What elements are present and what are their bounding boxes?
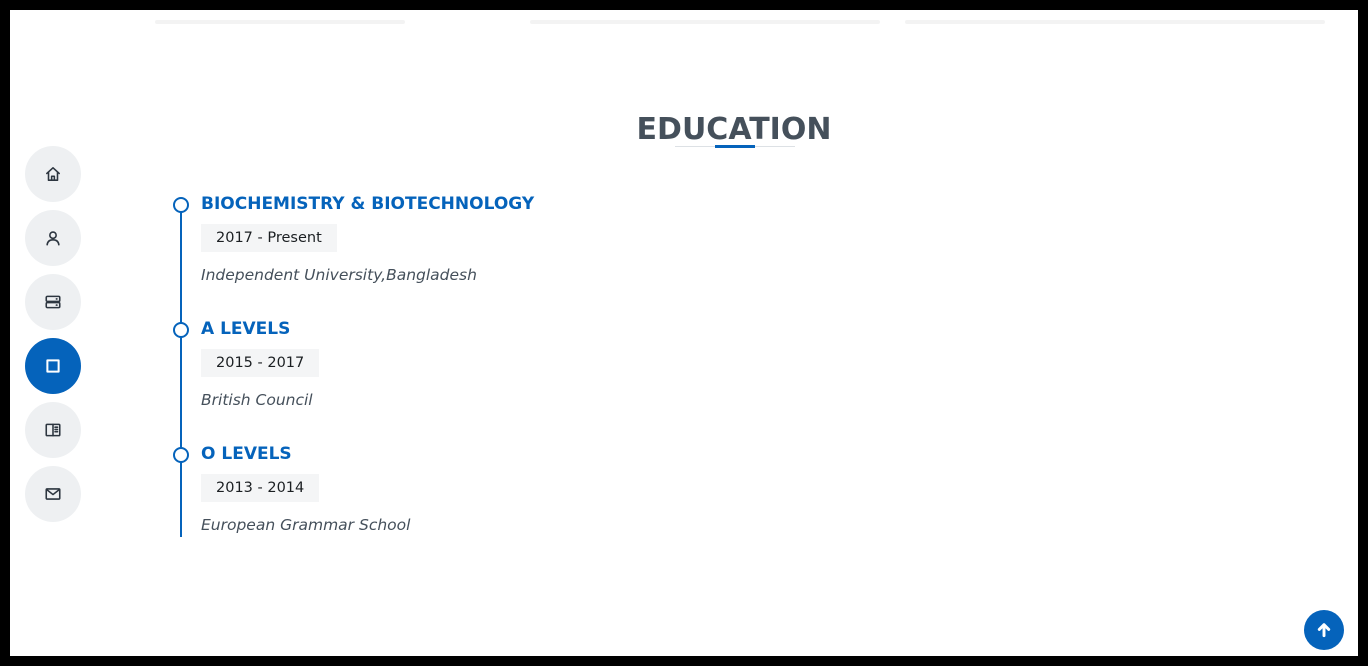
education-title: BIOCHEMISTRY & BIOTECHNOLOGY <box>201 194 535 214</box>
nav-home-button[interactable] <box>25 146 81 202</box>
side-nav <box>25 146 81 530</box>
education-institution: British Council <box>201 391 313 409</box>
home-icon <box>46 167 60 181</box>
arrow-up-icon <box>1317 623 1331 638</box>
square-icon <box>46 359 60 373</box>
section-title: EDUCATION <box>636 111 832 147</box>
education-institution: Independent University,Bangladesh <box>201 266 477 284</box>
nav-contact-button[interactable] <box>25 466 81 522</box>
book-icon <box>45 423 61 437</box>
education-title: A LEVELS <box>201 319 291 339</box>
envelope-icon <box>45 488 61 500</box>
education-title: O LEVELS <box>201 444 292 464</box>
back-to-top-button[interactable] <box>1304 610 1344 650</box>
education-institution: European Grammar School <box>201 516 411 534</box>
education-period: 2013 - 2014 <box>201 474 320 502</box>
nav-resume-button[interactable] <box>25 274 81 330</box>
server-icon <box>45 295 61 309</box>
education-period: 2015 - 2017 <box>201 349 320 377</box>
timeline-dot <box>173 322 189 338</box>
nav-about-button[interactable] <box>25 210 81 266</box>
nav-portfolio-button[interactable] <box>25 402 81 458</box>
person-icon <box>46 231 60 246</box>
timeline-rail <box>180 204 182 537</box>
nav-education-button[interactable] <box>25 338 81 394</box>
page-frame: EDUCATION BIOCHEMISTRY & BIOTECHNOLOGY 2… <box>10 10 1358 656</box>
timeline-dot <box>173 197 189 213</box>
faded-top-content <box>10 14 1358 28</box>
timeline-dot <box>173 447 189 463</box>
education-timeline: BIOCHEMISTRY & BIOTECHNOLOGY 2017 - Pres… <box>173 194 880 538</box>
education-period: 2017 - Present <box>201 224 337 252</box>
title-accent-bar <box>715 145 755 148</box>
